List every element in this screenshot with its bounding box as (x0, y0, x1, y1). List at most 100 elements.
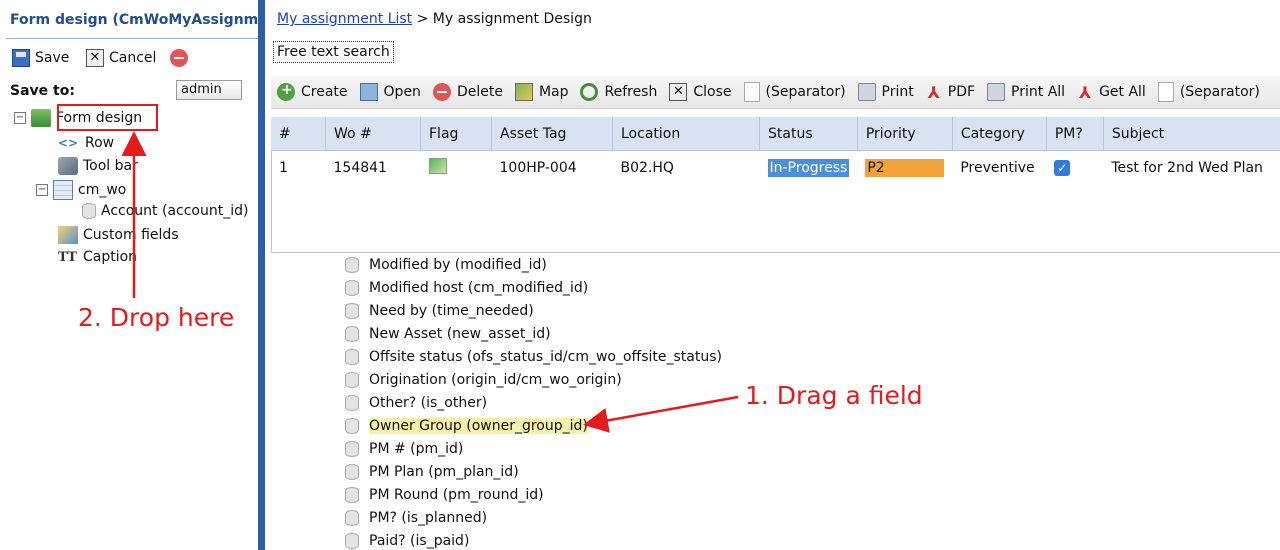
column-header[interactable]: # (271, 117, 326, 151)
cell-asset-tag: 100HP-004 (499, 159, 577, 176)
list-item[interactable]: Offsite status (ofs_status_id/cm_wo_offs… (345, 345, 722, 368)
title-divider (6, 38, 258, 39)
pdf-icon: ⅄ (927, 83, 940, 102)
list-item[interactable]: PM Plan (pm_plan_id) (345, 460, 722, 483)
blank-document-icon (1157, 82, 1174, 102)
printer-icon (987, 83, 1006, 101)
tb-label: Refresh (604, 84, 658, 100)
refresh-icon (580, 83, 599, 101)
pdf-button[interactable]: ⅄ PDF (920, 76, 981, 108)
print-all-button[interactable]: Print All (981, 76, 1071, 108)
print-button[interactable]: Print (852, 76, 920, 108)
column-header[interactable]: Flag (420, 117, 492, 151)
delete-design-button[interactable] (170, 49, 188, 67)
breadcrumb-current: > My assignment Design (412, 11, 592, 27)
list-item[interactable]: Other? (is_other) (345, 391, 722, 414)
grid-header-row: # Wo # Flag Asset Tag Location Status Pr… (271, 117, 1280, 151)
tree-item-toolbar[interactable]: Tool bar (58, 157, 138, 175)
list-item-dragged[interactable]: Owner Group (owner_group_id) (345, 414, 722, 437)
priority-badge: P2 (865, 158, 945, 177)
tree-item-cm-wo[interactable]: − cm_wo (36, 180, 126, 200)
tree-item-label: Row (85, 135, 115, 151)
tree-item-custom-fields[interactable]: Custom fields (58, 226, 179, 244)
save-button[interactable]: Save (12, 49, 69, 67)
cell-priority: P2 (857, 151, 952, 185)
tb-label: Map (538, 84, 569, 100)
cancel-button[interactable]: ✕ Cancel (86, 49, 156, 67)
field-label: PM? (is_planned) (369, 509, 488, 526)
tb-label: Close (693, 84, 732, 100)
flag-icon (428, 157, 447, 174)
column-header[interactable]: Subject (1103, 117, 1280, 151)
separator-item[interactable]: (Separator) (1152, 76, 1266, 108)
tb-label: Create (301, 84, 348, 100)
cell-number: 1 (279, 159, 288, 176)
list-item[interactable]: PM? (is_planned) (345, 506, 722, 529)
panel-splitter[interactable] (258, 0, 265, 550)
refresh-button[interactable]: Refresh (574, 76, 663, 108)
list-item[interactable]: New Asset (new_asset_id) (345, 322, 722, 345)
tree-item-label: cm_wo (78, 182, 127, 198)
column-header[interactable]: Asset Tag (491, 117, 613, 151)
cancel-label: Cancel (109, 50, 157, 66)
create-button[interactable]: Create (271, 76, 354, 108)
column-header[interactable]: Category (952, 117, 1047, 151)
form-icon (31, 109, 51, 127)
text-caption-icon: TT (58, 249, 77, 265)
column-header[interactable]: Wo # (325, 117, 421, 151)
tb-label: Get All (1099, 84, 1146, 100)
open-button[interactable]: Open (354, 76, 427, 108)
list-item[interactable]: PM # (pm_id) (345, 437, 722, 460)
column-header[interactable]: Priority (857, 117, 953, 151)
tree-item-account[interactable]: Account (account_id) (82, 203, 248, 219)
drop-target-highlight (57, 104, 158, 131)
delete-button[interactable]: Delete (427, 76, 509, 108)
minus-circle-icon (432, 83, 451, 101)
drop-here-annotation: 2. Drop here (78, 303, 235, 332)
separator-item[interactable]: (Separator) (738, 76, 852, 108)
column-header[interactable]: Status (759, 117, 858, 151)
cell-category: Preventive (960, 159, 1035, 176)
column-header[interactable]: PM? (1046, 117, 1104, 151)
table-row[interactable]: 1 154841 100HP-004 B02.HQ In-Progress P2… (271, 151, 1280, 185)
floppy-disk-icon (12, 49, 30, 67)
tb-label: (Separator) (1179, 84, 1260, 100)
database-field-icon (345, 463, 359, 480)
database-field-icon (345, 279, 359, 296)
code-brackets-icon: <> (58, 136, 79, 150)
save-to-label: Save to: (10, 83, 75, 99)
tb-label: PDF (947, 84, 976, 100)
work-order-grid: # Wo # Flag Asset Tag Location Status Pr… (271, 117, 1280, 184)
database-field-icon (345, 302, 359, 319)
field-label: Offsite status (ofs_status_id/cm_wo_offs… (369, 348, 722, 365)
tree-item-row[interactable]: <> Row (58, 135, 114, 151)
tb-label: (Separator) (765, 84, 846, 100)
get-all-button[interactable]: ⅄ Get All (1071, 76, 1152, 108)
list-item[interactable]: Modified host (cm_modified_id) (345, 276, 722, 299)
collapse-icon[interactable]: − (14, 112, 26, 124)
cell-flag (421, 151, 492, 185)
field-label: PM Round (pm_round_id) (369, 486, 544, 503)
list-item[interactable]: Need by (time_needed) (345, 299, 722, 322)
database-field-icon (82, 203, 96, 219)
list-item[interactable]: PM Round (pm_round_id) (345, 483, 722, 506)
pm-checkbox[interactable]: ✓ (1054, 159, 1071, 176)
free-text-search[interactable]: Free text search (273, 41, 394, 63)
map-button[interactable]: Map (509, 76, 575, 108)
tree-item-caption[interactable]: TT Caption (58, 249, 137, 265)
close-button[interactable]: ✕ Close (663, 76, 737, 108)
column-header[interactable]: Location (612, 117, 760, 151)
list-item[interactable]: Paid? (is_paid) (345, 529, 722, 550)
database-field-icon (345, 509, 359, 526)
save-to-select[interactable]: admin (176, 80, 242, 100)
table-icon (53, 180, 73, 200)
panel-title: Form design (CmWoMyAssignme (10, 12, 258, 28)
list-item[interactable]: Origination (origin_id/cm_wo_origin) (345, 368, 722, 391)
collapse-icon[interactable]: − (36, 184, 48, 196)
breadcrumb-list-link[interactable]: My assignment List (277, 11, 412, 27)
database-field-icon (345, 371, 359, 388)
list-item[interactable]: Modified by (modified_id) (345, 253, 722, 276)
wrench-icon (58, 157, 78, 175)
database-field-icon (345, 417, 359, 434)
cell-subject: Test for 2nd Wed Plan (1111, 159, 1263, 176)
